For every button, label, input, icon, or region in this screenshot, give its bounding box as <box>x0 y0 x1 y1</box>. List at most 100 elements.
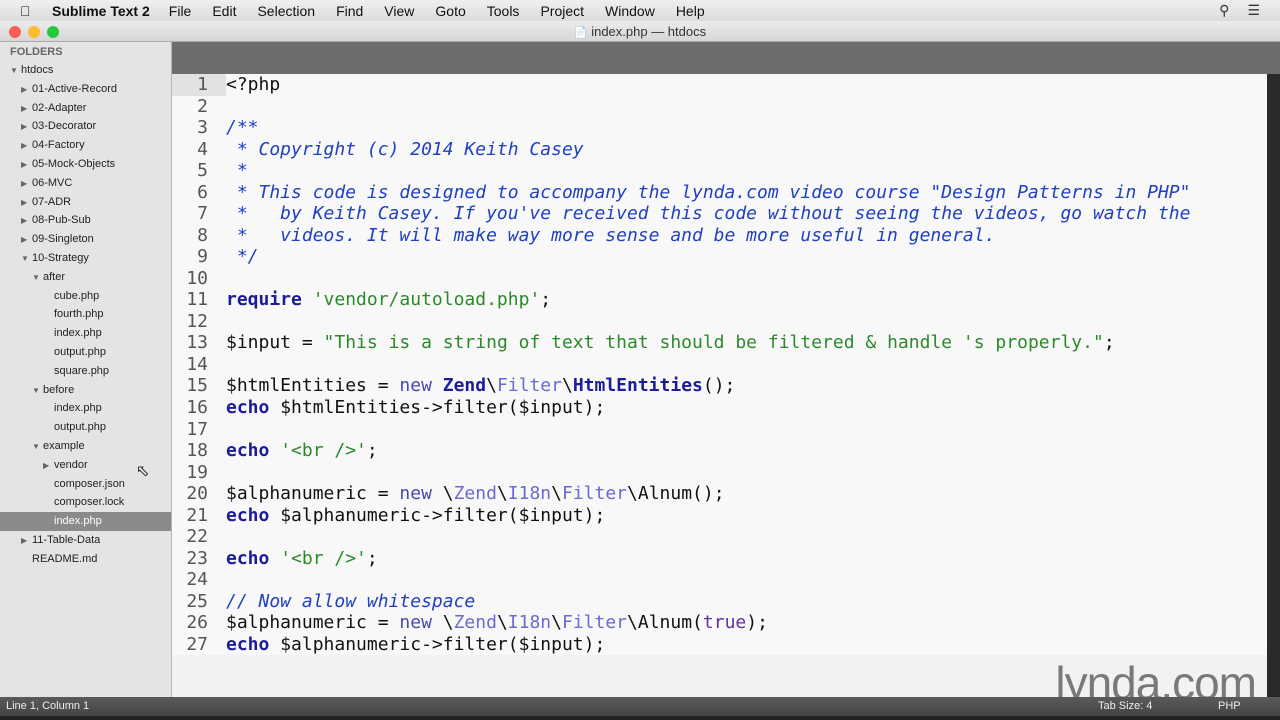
tab-size-selector[interactable]: Tab Size: 4 <box>1098 697 1152 716</box>
code-line[interactable]: 27 echo $alphanumeric->filter($input); <box>172 634 1267 656</box>
disclosure-open-icon[interactable]: ▼ <box>32 382 43 401</box>
app-menu[interactable]: Sublime Text 2 <box>52 3 150 19</box>
menu-file[interactable]: File <box>169 3 192 19</box>
code-line[interactable]: 12 <box>172 311 1267 333</box>
sidebar-item-label: 10-Strategy <box>32 251 89 264</box>
disclosure-open-icon[interactable]: ▼ <box>21 250 32 269</box>
apple-menu-icon[interactable]:  <box>20 3 42 19</box>
sidebar-file[interactable]: index.php <box>0 324 171 343</box>
code-line[interactable]: 11 require 'vendor/autoload.php'; <box>172 289 1267 311</box>
code-line[interactable]: 18 echo '<br />'; <box>172 440 1267 462</box>
sidebar-file[interactable]: index.php <box>0 512 171 531</box>
sidebar-folder[interactable]: ▼ 10-Strategy <box>0 249 171 268</box>
code-line[interactable]: 14 <box>172 354 1267 376</box>
menu-edit[interactable]: Edit <box>212 3 236 19</box>
disclosure-closed-icon[interactable]: ▶ <box>21 231 32 250</box>
sidebar-file[interactable]: cube.php <box>0 287 171 306</box>
sidebar-file[interactable]: README.md <box>0 550 171 569</box>
code-line[interactable]: 10 <box>172 268 1267 290</box>
sidebar-folder[interactable]: ▶ 04-Factory <box>0 136 171 155</box>
disclosure-open-icon[interactable]: ▼ <box>10 62 21 81</box>
code-line[interactable]: 7 * by Keith Casey. If you've received t… <box>172 203 1267 225</box>
sidebar-item-label: output.php <box>54 421 106 434</box>
sidebar-file[interactable]: fourth.php <box>0 305 171 324</box>
code-token: $alphanumeric = <box>226 612 400 634</box>
menu-help[interactable]: Help <box>676 3 705 19</box>
code-line[interactable]: 24 <box>172 569 1267 591</box>
sidebar-file[interactable]: output.php <box>0 418 171 437</box>
code-token: * by Keith Casey. If you've received thi… <box>226 203 1191 225</box>
notification-list-icon[interactable]: ☰ <box>1247 2 1260 19</box>
code-line[interactable]: 15 $htmlEntities = new Zend \ Filter \ HtmlEn… <box>172 375 1267 397</box>
menu-project[interactable]: Project <box>540 3 584 19</box>
disclosure-closed-icon[interactable]: ▶ <box>21 532 32 551</box>
sidebar-folder[interactable]: ▶ 08-Pub-Sub <box>0 211 171 230</box>
zoom-window-button[interactable] <box>47 26 59 38</box>
disclosure-closed-icon[interactable]: ▶ <box>21 194 32 213</box>
sidebar-file[interactable]: composer.lock <box>0 493 171 512</box>
sidebar-file[interactable]: square.php <box>0 362 171 381</box>
sidebar-folder[interactable]: ▶ 07-ADR <box>0 193 171 212</box>
code-line[interactable]: 16 echo $htmlEntities->filter($input); <box>172 397 1267 419</box>
disclosure-closed-icon[interactable]: ▶ <box>21 81 32 100</box>
sidebar-folder[interactable]: ▶ 05-Mock-Objects <box>0 155 171 174</box>
sidebar-file[interactable]: index.php <box>0 399 171 418</box>
code-line[interactable]: 1 <?php <box>172 74 1267 96</box>
sidebar-file[interactable]: output.php <box>0 343 171 362</box>
sidebar-folder[interactable]: ▼ before <box>0 381 171 400</box>
menu-view[interactable]: View <box>384 3 414 19</box>
disclosure-closed-icon[interactable]: ▶ <box>21 118 32 137</box>
code-line[interactable]: 21 echo $alphanumeric->filter($input); <box>172 505 1267 527</box>
sidebar-item-label: composer.lock <box>54 496 125 509</box>
code-line[interactable]: 26 $alphanumeric = new \ Zend \ I18n \ Filter \… <box>172 612 1267 634</box>
code-line[interactable]: 5 * <box>172 160 1267 182</box>
close-window-button[interactable] <box>9 26 21 38</box>
menu-window[interactable]: Window <box>605 3 655 19</box>
sidebar-folder[interactable]: ▶ 06-MVC <box>0 174 171 193</box>
disclosure-closed-icon[interactable]: ▶ <box>21 137 32 156</box>
menu-tools[interactable]: Tools <box>487 3 520 19</box>
disclosure-closed-icon[interactable]: ▶ <box>21 100 32 119</box>
code-line[interactable]: 25 // Now allow whitespace <box>172 591 1267 613</box>
code-line[interactable]: 6 * This code is designed to accompany t… <box>172 182 1267 204</box>
code-token: \ <box>551 483 562 505</box>
code-line[interactable]: 17 <box>172 419 1267 441</box>
menu-goto[interactable]: Goto <box>435 3 465 19</box>
disclosure-open-icon[interactable]: ▼ <box>32 438 43 457</box>
sidebar-folder[interactable]: ▼ after <box>0 268 171 287</box>
line-number: 4 <box>197 138 208 160</box>
sidebar-folder[interactable]: ▶ 09-Singleton <box>0 230 171 249</box>
search-icon[interactable]: ⚲ <box>1219 2 1229 19</box>
disclosure-closed-icon[interactable]: ▶ <box>21 175 32 194</box>
code-token: 'vendor/autoload.php' <box>312 289 541 311</box>
sidebar-folder[interactable]: ▶ 02-Adapter <box>0 99 171 118</box>
disclosure-closed-icon[interactable]: ▶ <box>21 212 32 231</box>
code-line[interactable]: 3 /** <box>172 117 1267 139</box>
code-line[interactable]: 8 * videos. It will make way more sense … <box>172 225 1267 247</box>
code-line[interactable]: 4 * Copyright (c) 2014 Keith Casey <box>172 139 1267 161</box>
sidebar-folder[interactable]: ▼ example <box>0 437 171 456</box>
sidebar-folder[interactable]: ▶ 03-Decorator <box>0 117 171 136</box>
code-line[interactable]: 19 <box>172 462 1267 484</box>
code-line[interactable]: 9 */ <box>172 246 1267 268</box>
code-token: \ <box>496 612 508 634</box>
sidebar-folder[interactable]: ▶ 01-Active-Record <box>0 80 171 99</box>
sidebar-folder[interactable]: ▼ htdocs <box>0 61 171 80</box>
syntax-selector[interactable]: PHP <box>1218 697 1241 716</box>
code-editor[interactable]: 1 <?php 2 3/** 4 * Copyright (c) 2014 Keith … <box>172 74 1267 697</box>
code-line[interactable]: 22 <box>172 526 1267 548</box>
code-line[interactable]: 23 echo '<br />'; <box>172 548 1267 570</box>
disclosure-closed-icon[interactable]: ▶ <box>21 156 32 175</box>
code-token: echo <box>226 633 270 655</box>
code-line[interactable]: 20 $alphanumeric = new \ Zend \ I18n \ Filter \… <box>172 483 1267 505</box>
disclosure-open-icon[interactable]: ▼ <box>32 269 43 288</box>
menu-selection[interactable]: Selection <box>257 3 315 19</box>
menu-find[interactable]: Find <box>336 3 363 19</box>
code-line[interactable]: 2 <box>172 96 1267 118</box>
code-token: * videos. It will make way more sense an… <box>226 224 996 246</box>
sidebar-folder[interactable]: ▶ 11-Table-Data <box>0 531 171 550</box>
disclosure-closed-icon[interactable]: ▶ <box>43 457 54 476</box>
code-line[interactable]: 13 $input = "This is a string of text tha… <box>172 332 1267 354</box>
minimize-window-button[interactable] <box>28 26 40 38</box>
scrollbar[interactable] <box>1267 74 1280 697</box>
